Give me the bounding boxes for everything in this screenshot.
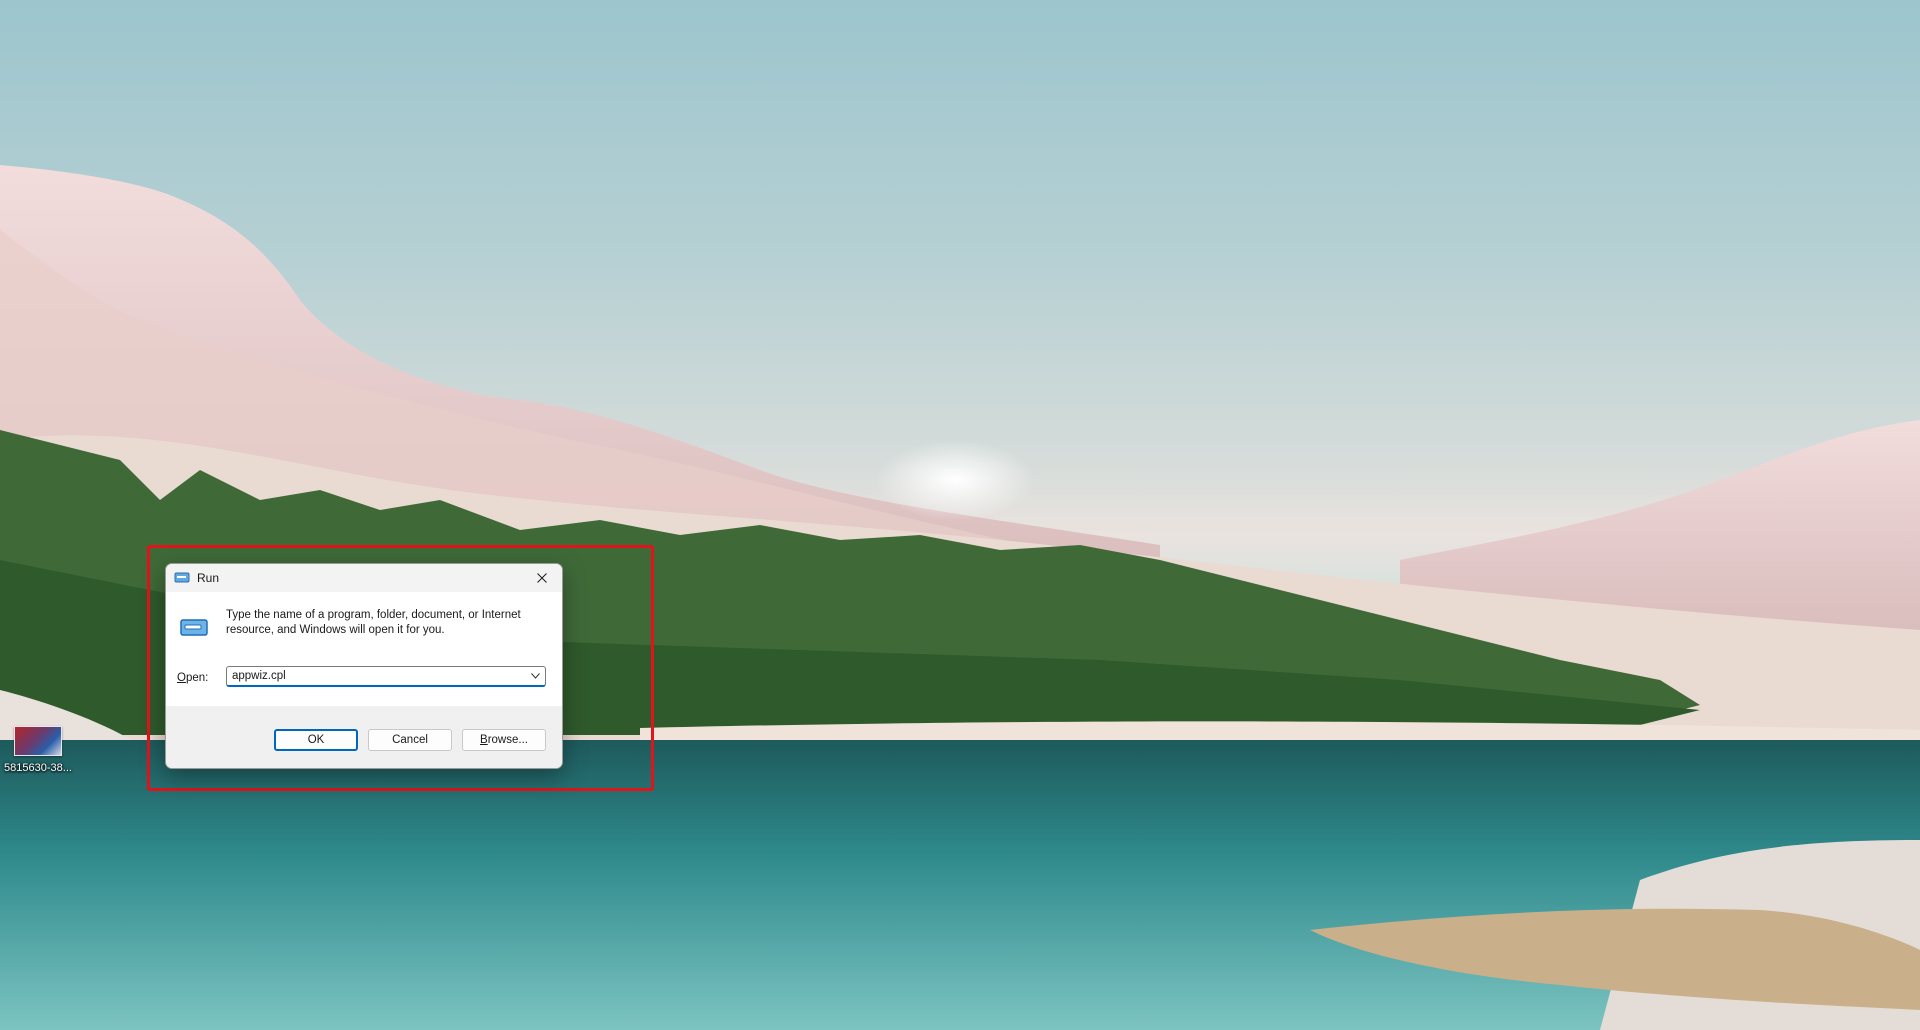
open-combobox[interactable] [226,666,546,687]
button-row: OK Cancel Browse... [166,706,562,768]
ok-button[interactable]: OK [274,729,358,751]
dialog-title: Run [197,571,220,585]
combobox-dropdown-button[interactable] [525,667,545,685]
open-input[interactable] [232,670,522,682]
image-file-icon [14,726,62,756]
open-label-text: pen: [185,672,209,684]
browse-accelerator: B [480,734,488,746]
desktop-icon-image-file[interactable]: 5815630-38... [2,726,74,776]
run-dialog: Run Type the name of a program, folder, … [165,563,563,769]
desktop-icon-label: 5815630-38... [4,762,72,774]
cancel-button[interactable]: Cancel [368,729,452,751]
dialog-body: Type the name of a program, folder, docu… [166,592,562,706]
instructions-text: Type the name of a program, folder, docu… [226,609,521,636]
run-program-icon [180,619,208,636]
desktop: 5815630-38... Run Type the name of a pro… [0,0,1920,1030]
run-icon [174,572,190,583]
close-icon [537,573,547,583]
open-label-accelerator: O [177,672,186,684]
browse-label: rowse... [487,734,528,746]
title-bar[interactable]: Run [166,564,562,592]
open-label: Open: [177,672,208,684]
browse-button[interactable]: Browse... [462,729,546,751]
close-button[interactable] [522,564,562,592]
chevron-down-icon [530,673,540,679]
wallpaper [0,165,1920,1030]
